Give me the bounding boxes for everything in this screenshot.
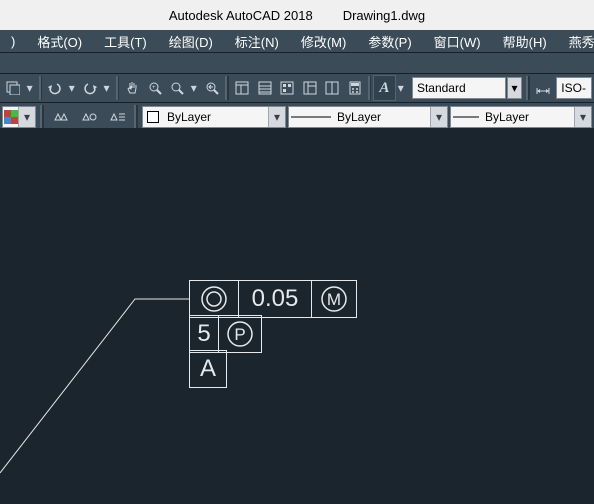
color-swatch-icon [147,111,159,123]
undo-icon[interactable] [45,76,66,100]
chevron-down-icon: ▾ [268,107,285,127]
gdt-modifier-p-icon: P [218,315,262,353]
chevron-down-icon: ▾ [18,107,35,127]
redo-icon[interactable] [80,76,101,100]
flyout-1-drop[interactable]: ▾ [25,76,35,100]
gdt-modifier-m-icon: M [311,280,357,318]
drawing-canvas[interactable]: 0.05 M 5 P A [0,128,594,504]
text-style-value: Standard [417,81,466,95]
lineweight-combo-label: ByLayer [481,110,574,124]
gdt-frame-row3: A [189,350,227,388]
separator [368,76,371,100]
properties-icon[interactable] [232,76,253,100]
gdt-value-5: 5 [189,315,219,353]
panel-strip [0,53,594,74]
text-style-a-icon[interactable]: A [373,75,396,101]
text-style-drop-icon[interactable]: ▾ [396,76,406,100]
color-combo[interactable]: ByLayer ▾ [142,106,286,128]
svg-text:M: M [327,290,341,309]
linetype-combo[interactable]: ByLayer ▾ [288,106,448,128]
separator [39,76,42,100]
layer-iso-icon[interactable] [77,105,101,129]
color-combo-label: ByLayer [163,110,268,124]
layer-prev-icon[interactable] [49,105,73,129]
menu-window[interactable]: 窗口(W) [423,32,492,51]
menu-ext[interactable]: 燕秀工具 [558,32,594,51]
sheetset-icon[interactable] [254,76,275,100]
menu-param[interactable]: 参数(P) [357,32,422,51]
leader-line [0,258,200,478]
layer-color-swatch[interactable]: ▾ [2,106,36,128]
undo-drop[interactable]: ▾ [67,76,77,100]
menu-tools[interactable]: 工具(T) [93,32,158,51]
pan-icon[interactable] [122,76,143,100]
separator [40,105,44,129]
linetype-preview-icon [291,114,331,120]
dimstyle-icon[interactable] [533,76,554,100]
lineweight-preview-icon [453,114,479,120]
gdt-frame-row1: 0.05 M [189,280,357,318]
svg-text:P: P [234,325,245,344]
zoom-previous-icon[interactable] [202,76,223,100]
zoom-window-icon[interactable] [167,76,188,100]
menu-draw[interactable]: 绘图(D) [158,32,224,51]
zoom-realtime-icon[interactable]: + [145,76,166,100]
design-center-icon[interactable] [299,76,320,100]
gdt-frame-row2: 5 P [189,315,262,353]
lineweight-combo[interactable]: ByLayer ▾ [450,106,592,128]
text-style-combo[interactable]: Standard [412,77,506,99]
text-style-arrow[interactable]: ▾ [507,77,523,99]
menu-format[interactable]: 格式(O) [26,32,93,51]
svg-text:+: + [152,85,156,91]
dim-style-combo[interactable]: ISO- [556,77,592,99]
gdt-tolerance-value: 0.05 [238,280,312,318]
separator [116,76,119,100]
gdt-symbol-concentricity-icon [189,280,239,318]
tool-palettes-icon[interactable] [277,76,298,100]
app-name: Autodesk AutoCAD 2018 [169,8,313,23]
linetype-combo-label: ByLayer [333,110,430,124]
markup-icon[interactable] [322,76,343,100]
flyout-1-icon[interactable] [3,76,24,100]
title-bar: Autodesk AutoCAD 2018 Drawing1.dwg [0,0,594,30]
separator [225,76,228,100]
quickcalc-icon[interactable] [344,76,365,100]
dim-style-value: ISO- [561,81,586,95]
gdt-datum-a: A [189,350,227,388]
menu-dimension[interactable]: 标注(N) [224,32,290,51]
menu-modify[interactable]: 修改(M) [290,32,358,51]
filename: Drawing1.dwg [343,8,425,23]
menu-help[interactable]: 帮助(H) [492,32,558,51]
chevron-down-icon: ▾ [574,107,591,127]
zoom-drop[interactable]: ▾ [189,76,199,100]
separator [134,105,138,129]
redo-drop[interactable]: ▾ [101,76,111,100]
chevron-down-icon: ▾ [430,107,447,127]
separator [526,76,529,100]
menu-partial-left[interactable]: ) [0,34,26,49]
menu-bar: ) 格式(O) 工具(T) 绘图(D) 标注(N) 修改(M) 参数(P) 窗口… [0,30,594,53]
toolbar-standard: ▾ ▾ ▾ + ▾ A ▾ Standard ▾ ISO- [0,74,594,103]
layer-state-icon[interactable] [105,105,129,129]
